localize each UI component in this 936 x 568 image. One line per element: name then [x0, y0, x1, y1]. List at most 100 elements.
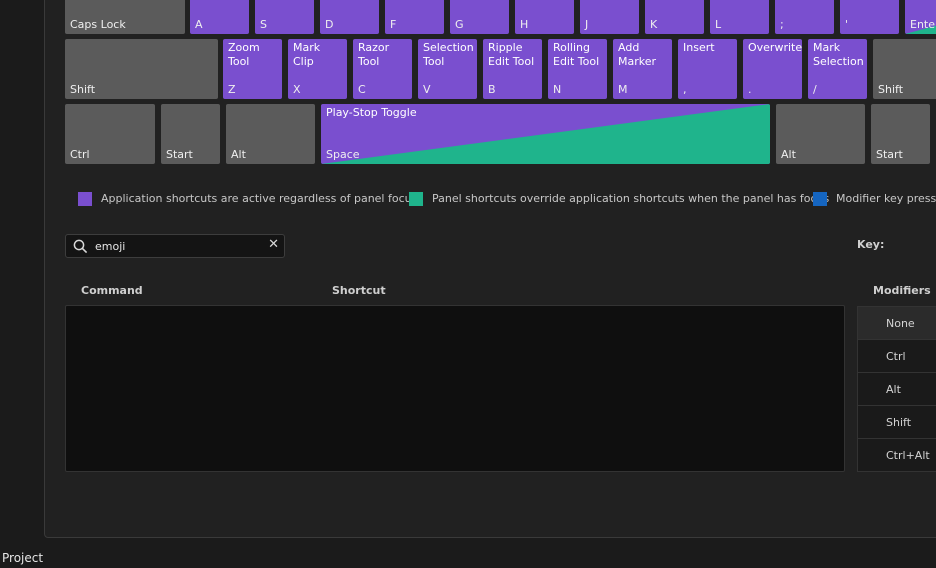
column-header-shortcut[interactable]: Shortcut: [332, 284, 386, 297]
key-command: Selection Tool: [423, 41, 474, 68]
modifier-item-ctrl-alt[interactable]: Ctrl+Alt: [858, 439, 936, 472]
key-period[interactable]: Overwrite.: [743, 39, 802, 99]
key-label: A: [195, 18, 203, 31]
legend-text: Modifier key pressed: [836, 192, 936, 205]
panel-tab-project[interactable]: Project: [2, 551, 43, 565]
key-l[interactable]: L: [710, 0, 769, 34]
key-label: S: [260, 18, 267, 31]
key-label: ;: [780, 18, 784, 31]
key-label: /: [813, 83, 817, 96]
modifier-label: Ctrl+Alt: [886, 449, 930, 462]
modifier-label: Shift: [886, 416, 912, 429]
key-label: G: [455, 18, 464, 31]
key-command: Mark Clip: [293, 41, 321, 68]
key-alt-right[interactable]: Alt: [776, 104, 865, 164]
key-z[interactable]: Zoom Tool Z: [223, 39, 282, 99]
key-v[interactable]: Selection Tool V: [418, 39, 477, 99]
key-start-right[interactable]: Start: [871, 104, 930, 164]
key-command: Add Marker: [618, 41, 657, 68]
key-label: N: [553, 83, 562, 96]
key-label: Key:: [857, 238, 885, 251]
key-command: Mark Selection: [813, 41, 864, 68]
search-box[interactable]: ✕: [65, 234, 285, 258]
key-label: Ctrl: [70, 148, 90, 161]
column-header-modifiers: Modifiers: [873, 284, 931, 297]
key-space[interactable]: Play-Stop Toggle Space: [321, 104, 770, 164]
key-label: ,: [683, 83, 687, 96]
key-g[interactable]: G: [450, 0, 509, 34]
key-j[interactable]: J: [580, 0, 639, 34]
key-d[interactable]: D: [320, 0, 379, 34]
key-command: Rolling Edit Tool: [553, 41, 600, 68]
key-x[interactable]: Mark Clip X: [288, 39, 347, 99]
key-label: D: [325, 18, 334, 31]
modifiers-list[interactable]: None Ctrl Alt Shift Ctrl+Alt: [857, 306, 936, 472]
key-label: K: [650, 18, 658, 31]
key-label: C: [358, 83, 366, 96]
legend-swatch-green: [409, 192, 423, 206]
modifier-item-shift[interactable]: Shift: [858, 406, 936, 439]
legend-swatch-purple: [78, 192, 92, 206]
key-label: Z: [228, 83, 236, 96]
key-command: Overwrite: [748, 41, 802, 54]
key-h[interactable]: H: [515, 0, 574, 34]
legend-text: Application shortcuts are active regardl…: [101, 192, 418, 205]
command-list[interactable]: [65, 305, 845, 472]
key-m[interactable]: Add Marker M: [613, 39, 672, 99]
key-c[interactable]: Razor Tool C: [353, 39, 412, 99]
modifier-label: None: [886, 317, 915, 330]
modifier-item-none[interactable]: None: [858, 307, 936, 340]
key-slash[interactable]: Mark Selection /: [808, 39, 867, 99]
key-label: F: [390, 18, 397, 31]
key-alt-left[interactable]: Alt: [226, 104, 315, 164]
key-n[interactable]: Rolling Edit Tool N: [548, 39, 607, 99]
key-label: Shift: [70, 83, 96, 96]
modifier-label: Ctrl: [886, 350, 906, 363]
key-label: Shift: [878, 83, 904, 96]
key-s[interactable]: S: [255, 0, 314, 34]
legend-text: Panel shortcuts override application sho…: [432, 192, 830, 205]
key-label: J: [585, 18, 589, 31]
key-label: Alt: [231, 148, 246, 161]
search-icon: [73, 239, 88, 254]
key-command: Razor Tool: [358, 41, 390, 68]
modifier-item-ctrl[interactable]: Ctrl: [858, 340, 936, 373]
key-shift-left[interactable]: Shift: [65, 39, 218, 99]
key-label: ': [845, 18, 849, 31]
key-command: Insert: [683, 41, 715, 54]
key-start-left[interactable]: Start: [161, 104, 220, 164]
key-label: M: [618, 83, 628, 96]
key-label: Start: [876, 148, 903, 161]
modifier-item-alt[interactable]: Alt: [858, 373, 936, 406]
key-b[interactable]: Ripple Edit Tool B: [483, 39, 542, 99]
key-label: Start: [166, 148, 193, 161]
key-caps-lock[interactable]: Caps Lock: [65, 0, 185, 34]
key-label: V: [423, 83, 431, 96]
key-label: Enter: [910, 18, 936, 31]
clear-search-icon[interactable]: ✕: [268, 237, 279, 252]
key-label: X: [293, 83, 301, 96]
legend-swatch-blue: [813, 192, 827, 206]
key-a[interactable]: A: [190, 0, 249, 34]
key-command: Play-Stop Toggle: [326, 106, 417, 119]
search-input[interactable]: [95, 238, 255, 254]
key-f[interactable]: F: [385, 0, 444, 34]
key-label: Alt: [781, 148, 796, 161]
key-comma[interactable]: Insert,: [678, 39, 737, 99]
modifier-label: Alt: [886, 383, 901, 396]
key-label: L: [715, 18, 722, 31]
key-label: H: [520, 18, 529, 31]
key-command: Ripple Edit Tool: [488, 41, 535, 68]
key-k[interactable]: K: [645, 0, 704, 34]
key-shift-right[interactable]: Shift: [873, 39, 936, 99]
key-ctrl-left[interactable]: Ctrl: [65, 104, 155, 164]
key-label: Caps Lock: [70, 18, 126, 31]
key-label: Space: [326, 148, 360, 161]
key-command: Zoom Tool: [228, 41, 260, 68]
column-header-command[interactable]: Command: [81, 284, 143, 297]
key-semicolon[interactable]: ;: [775, 0, 834, 34]
key-label: .: [748, 83, 752, 96]
key-quote[interactable]: ': [840, 0, 899, 34]
key-label: B: [488, 83, 496, 96]
key-enter[interactable]: Enter: [905, 0, 936, 34]
